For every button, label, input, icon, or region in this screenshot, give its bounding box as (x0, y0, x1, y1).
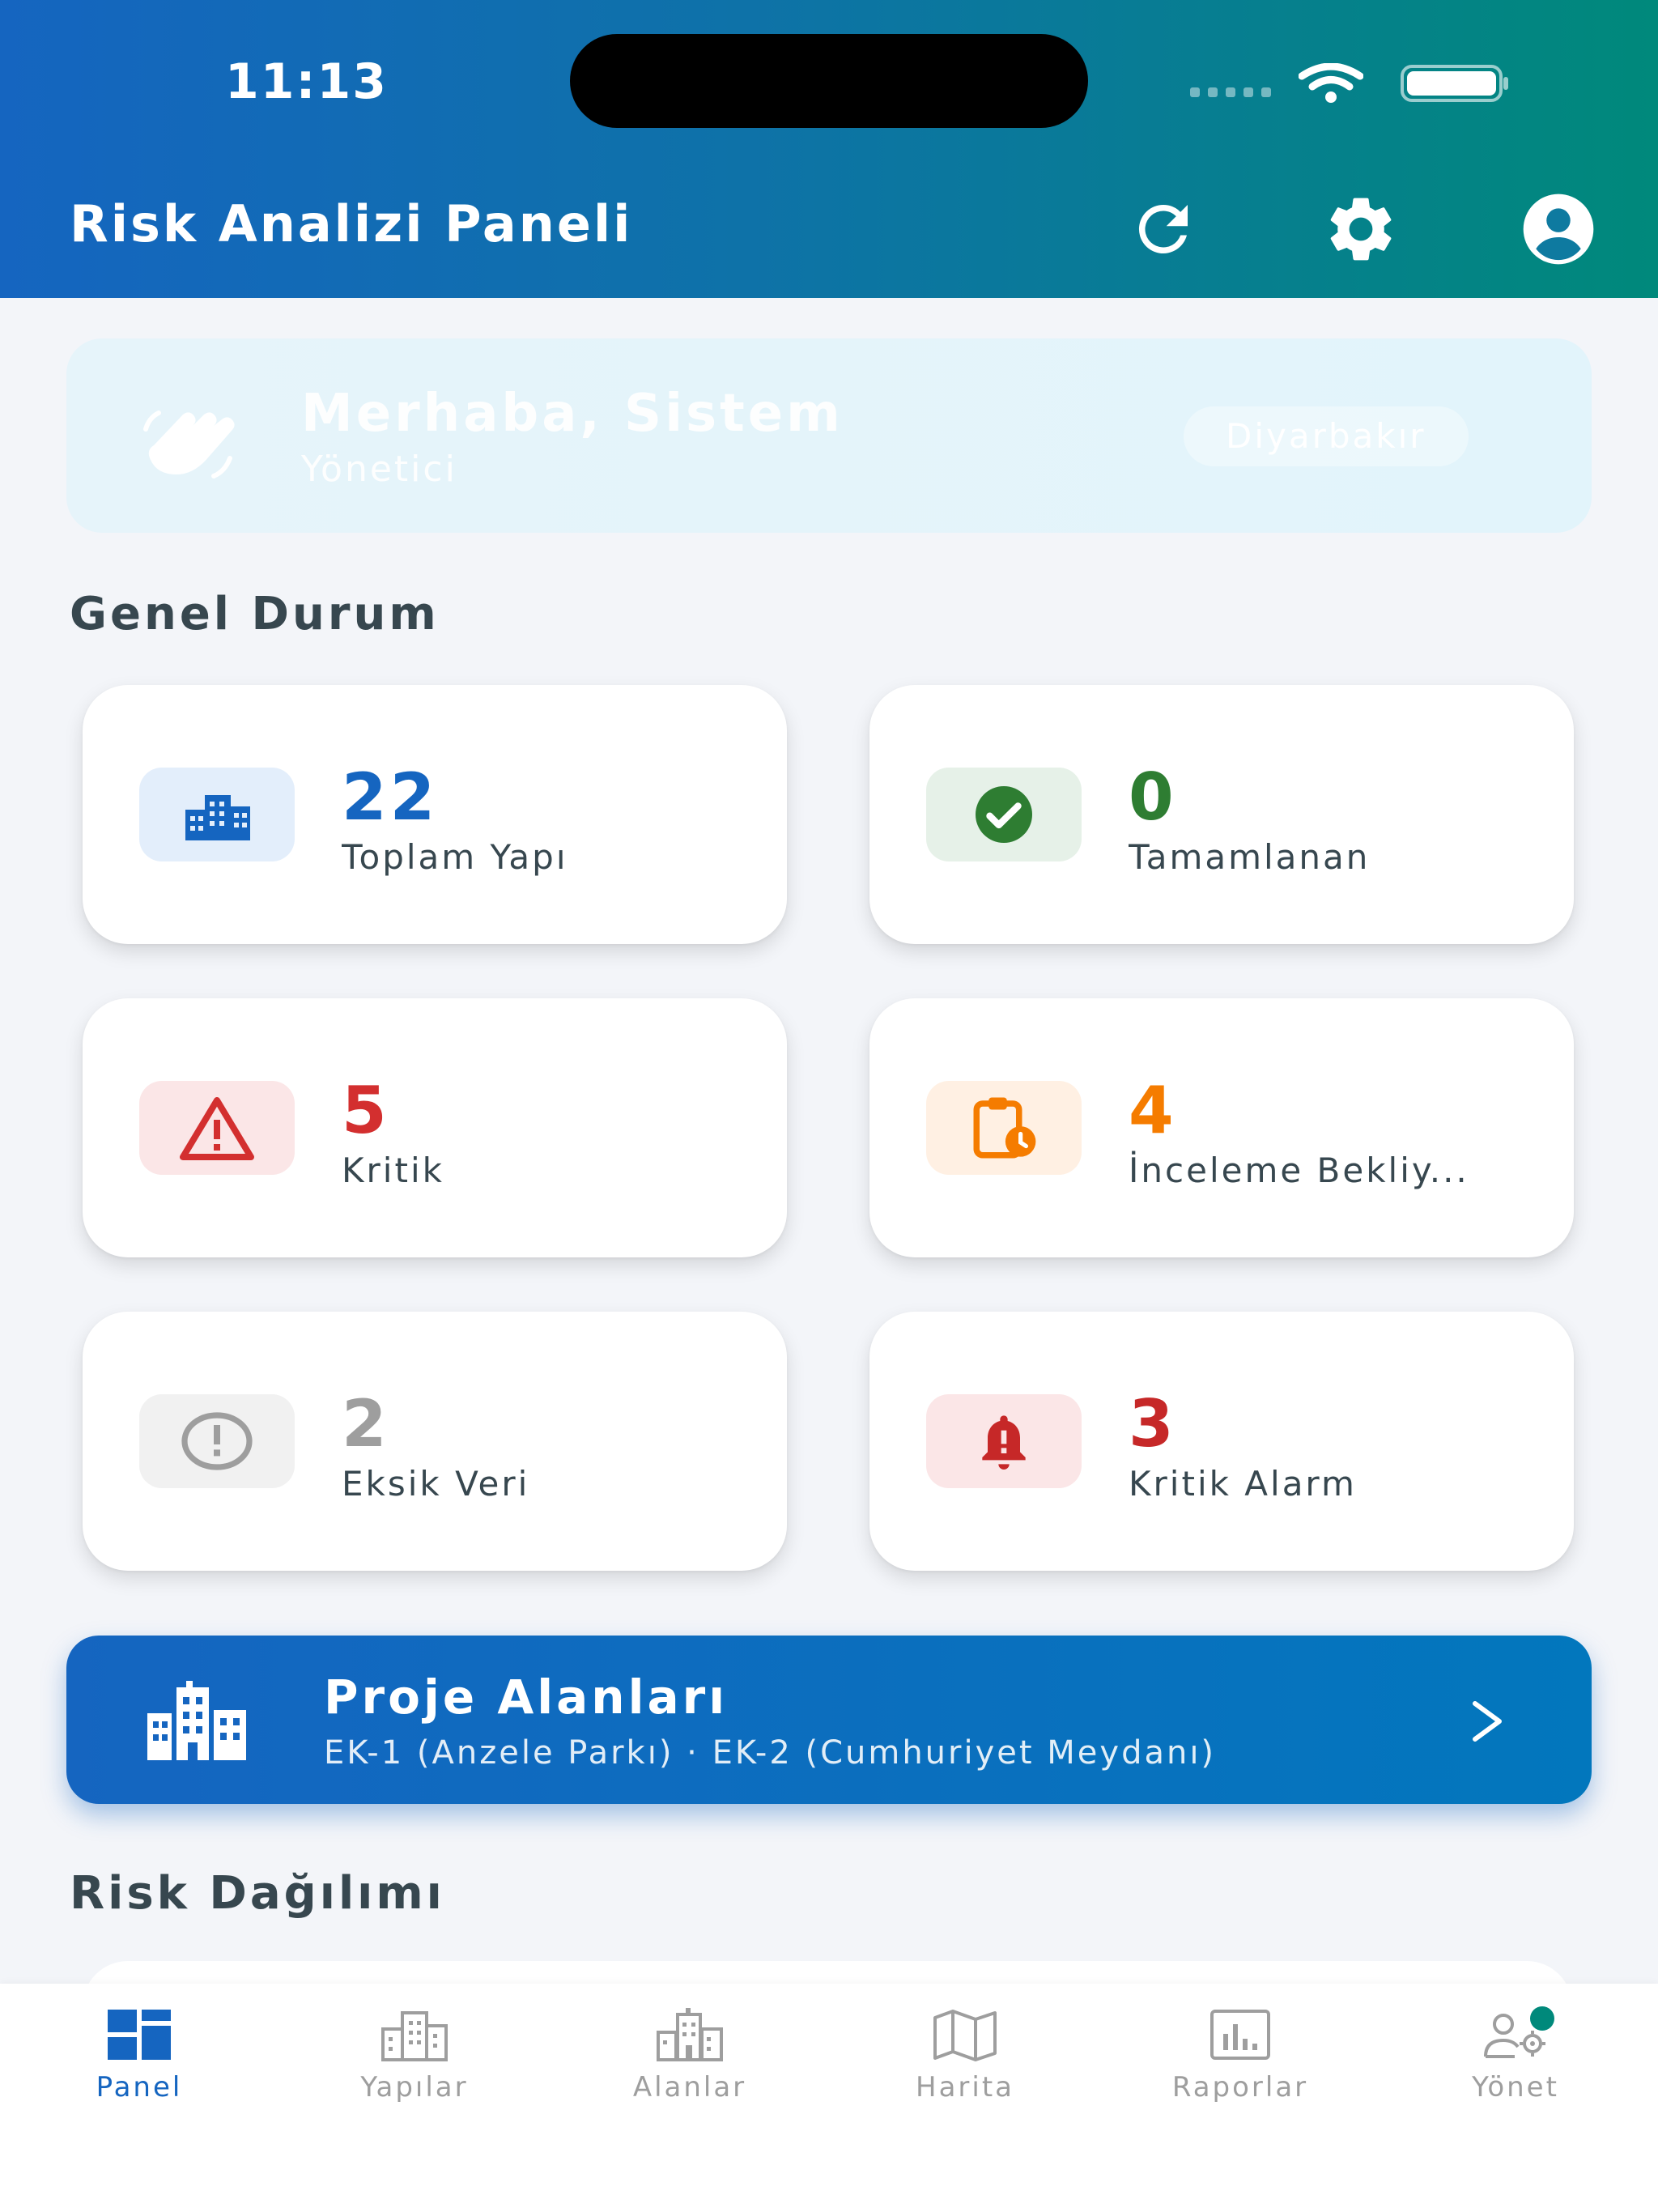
waving-hand-icon (143, 410, 235, 479)
stat-label: Eksik Veri (342, 1464, 530, 1504)
nav-label: Harita (916, 2071, 1014, 2104)
city-chip[interactable]: Diyarbakır (1184, 406, 1469, 466)
section-title-general-status: Genel Durum (70, 588, 440, 640)
nav-label: Panel (96, 2071, 183, 2104)
alert-circle-icon (181, 1412, 253, 1470)
notification-badge (1530, 2006, 1554, 2031)
stat-value: 5 (342, 1073, 390, 1148)
warning-icon (180, 1097, 254, 1160)
nav-item-map[interactable]: Harita (868, 2006, 1062, 2152)
stat-card-critical[interactable]: 5 Kritik (83, 998, 787, 1257)
buildings-icon (381, 2011, 448, 2061)
dynamic-island (570, 34, 1088, 128)
stat-icon-box (926, 1394, 1082, 1488)
city-icon (657, 2008, 723, 2061)
stat-icon-box (139, 1081, 295, 1175)
stat-icon-box (926, 768, 1082, 861)
stat-value: 0 (1129, 759, 1177, 835)
project-areas-subtitle: EK-1 (Anzele Parkı) · EK-2 (Cumhuriyet M… (324, 1734, 1217, 1772)
welcome-title: Merhaba, Sistem (301, 384, 844, 444)
stat-icon-box (926, 1081, 1082, 1175)
welcome-card: Merhaba, Sistem Yönetici Diyarbakır (66, 338, 1592, 533)
stat-card-pending-review[interactable]: 4 İnceleme Bekliy... (869, 998, 1574, 1257)
account-button[interactable] (1514, 193, 1603, 266)
refresh-icon (1138, 204, 1188, 253)
stat-value: 3 (1129, 1386, 1177, 1461)
stat-value: 4 (1129, 1073, 1177, 1148)
user-role: Yönetici (301, 449, 457, 490)
bottom-navigation: Panel Yapılar Alanlar Harita Raporlar Yö… (0, 1984, 1658, 2212)
stat-value: 2 (342, 1386, 390, 1461)
stat-label: İnceleme Bekliy... (1129, 1151, 1469, 1190)
nav-label: Alanlar (632, 2071, 747, 2104)
chevron-right-icon (1473, 1701, 1502, 1742)
stat-card-total-buildings[interactable]: 22 Toplam Yapı (83, 685, 787, 944)
stat-card-completed[interactable]: 0 Tamamlanan (869, 685, 1574, 944)
nav-item-reports[interactable]: Raporlar (1143, 2006, 1337, 2152)
buildings-icon (185, 795, 250, 840)
clipboard-clock-icon (973, 1097, 1036, 1159)
stat-card-missing-data[interactable]: 2 Eksik Veri (83, 1312, 787, 1571)
stat-value: 22 (342, 759, 439, 835)
stat-label: Toplam Yapı (342, 837, 568, 877)
stat-label: Tamamlanan (1129, 837, 1371, 877)
project-areas-card[interactable]: Proje Alanları EK-1 (Anzele Parkı) · EK-… (66, 1636, 1592, 1804)
check-circle-icon (976, 786, 1032, 843)
stat-label: Kritik Alarm (1129, 1464, 1357, 1504)
nav-label: Raporlar (1171, 2071, 1309, 2104)
project-areas-title: Proje Alanları (324, 1670, 729, 1725)
nav-item-buildings[interactable]: Yapılar (317, 2006, 512, 2152)
city-icon (147, 1681, 246, 1760)
map-icon (933, 2010, 997, 2061)
battery-icon (1401, 65, 1508, 102)
nav-label: Yönet (1472, 2071, 1559, 2104)
app-header: 11:13 Risk Analizi Paneli (0, 0, 1658, 298)
dashboard-icon (108, 2010, 171, 2060)
status-time: 11:13 (225, 53, 388, 110)
section-title-risk-distribution: Risk Dağılımı (70, 1867, 445, 1920)
nav-item-panel[interactable]: Panel (42, 2006, 236, 2152)
settings-button[interactable] (1316, 193, 1405, 266)
refresh-button[interactable] (1119, 193, 1208, 266)
stat-card-critical-alarm[interactable]: 3 Kritik Alarm (869, 1312, 1574, 1571)
cellular-signal-icon (1190, 87, 1271, 97)
stat-icon-box (139, 1394, 295, 1488)
bell-alert-icon (982, 1415, 1026, 1470)
page-title: Risk Analizi Paneli (70, 194, 633, 253)
wifi-icon (1299, 63, 1363, 103)
stat-label: Kritik (342, 1151, 444, 1190)
account-icon (1523, 194, 1594, 265)
nav-item-areas[interactable]: Alanlar (593, 2006, 787, 2152)
nav-item-manage[interactable]: Yönet (1418, 2006, 1613, 2152)
gear-icon (1330, 198, 1392, 261)
nav-label: Yapılar (360, 2071, 469, 2104)
chart-box-icon (1210, 2010, 1270, 2060)
stat-icon-box (139, 768, 295, 861)
